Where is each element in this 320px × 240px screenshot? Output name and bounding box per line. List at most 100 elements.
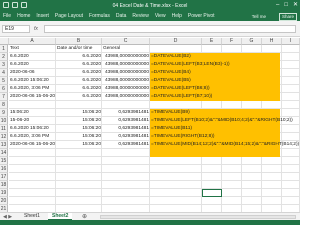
column-header-a[interactable]: A: [9, 38, 56, 45]
cell-b11[interactable]: 15:06:20: [56, 125, 102, 133]
cell-a2[interactable]: 6.6.2020: [9, 53, 56, 61]
column-header-h[interactable]: H: [262, 38, 282, 45]
cell-b5[interactable]: 6.6.2020: [56, 77, 102, 85]
column-header-c[interactable]: C: [102, 38, 150, 45]
cell-c5[interactable]: 43988,00000000000: [102, 77, 150, 85]
cell-a11[interactable]: 6.6.2020 15:06:20: [9, 125, 56, 133]
tab-view[interactable]: View: [155, 12, 166, 21]
close-icon[interactable]: ✕: [293, 2, 298, 9]
column-header-i[interactable]: I: [282, 38, 300, 45]
row-header-9[interactable]: 9: [0, 109, 8, 117]
cell-d11[interactable]: =TIMEVALUE(B11): [150, 125, 202, 133]
tab-home[interactable]: Home: [17, 12, 30, 21]
column-header-d[interactable]: D: [150, 38, 202, 45]
cell-b3[interactable]: 6.6.2020: [56, 61, 102, 69]
row-header-11[interactable]: 11: [0, 125, 8, 133]
cell-c1[interactable]: General: [102, 45, 150, 53]
cell-b6[interactable]: 6.6.2020: [56, 85, 102, 93]
cell-b9[interactable]: 15:06:20: [56, 109, 102, 117]
row-header-5[interactable]: 5: [0, 77, 8, 85]
name-box[interactable]: E19: [2, 25, 30, 33]
cell-c10[interactable]: 0,6293981481: [102, 117, 150, 125]
cell-c11[interactable]: 0,6293981481: [102, 125, 150, 133]
row-header-6[interactable]: 6: [0, 85, 8, 93]
column-header-f[interactable]: F: [222, 38, 242, 45]
row-header-2[interactable]: 2: [0, 53, 8, 61]
selected-cell[interactable]: [202, 189, 222, 197]
row-header-12[interactable]: 12: [0, 133, 8, 141]
cell-a9[interactable]: 15:06:20: [9, 109, 56, 117]
cell-d4[interactable]: =DATEVALUE(B4): [150, 69, 202, 77]
cell-b1[interactable]: Date and/or time: [56, 45, 102, 53]
cell-c3[interactable]: 43988,00000000000: [102, 61, 150, 69]
row-header-3[interactable]: 3: [0, 61, 8, 69]
cell-d3[interactable]: =DATEVALUE(LEFT(B3;LEN(B3)-1)): [150, 61, 230, 69]
row-header-16[interactable]: 16: [0, 165, 8, 173]
horizontal-scrollbar[interactable]: [100, 215, 296, 219]
cell-b10[interactable]: 15:06:20: [56, 117, 102, 125]
cell-a5[interactable]: 6.6.2020 15:06:20: [9, 77, 56, 85]
column-header-e[interactable]: E: [202, 38, 222, 45]
row-header-8[interactable]: 8: [0, 101, 8, 109]
tab-help[interactable]: Help: [172, 12, 182, 21]
cell-d5[interactable]: =DATEVALUE(B5): [150, 77, 202, 85]
column-header-b[interactable]: B: [56, 38, 102, 45]
row-header-15[interactable]: 15: [0, 157, 8, 165]
cell-a10[interactable]: 15-06-20: [9, 117, 56, 125]
cell-d12[interactable]: =TIMEVALUE(RIGHT(B12;8)): [150, 133, 214, 141]
function-icon[interactable]: fx: [34, 25, 38, 33]
maximize-icon[interactable]: □: [284, 2, 288, 9]
formula-input[interactable]: [44, 25, 296, 33]
cell-b12[interactable]: 15:06:20: [56, 133, 102, 141]
cell-c13[interactable]: 0,6293981481: [102, 141, 150, 149]
cell-a12[interactable]: 6.6.2020, 3:06 PM: [9, 133, 56, 141]
cell-d2[interactable]: =DATEVALUE(B2): [150, 53, 202, 61]
share-button[interactable]: Share: [278, 13, 297, 21]
worksheet-grid[interactable]: A B C D E F G H I 1 2 3 4 5 6 7 8 9 10 11 12 13 14 15 16 17 18 19 20…: [0, 38, 300, 212]
cell-d13[interactable]: =TIMEVALUE(MID(B14;12;2)&":"&MID(B14;15;…: [150, 141, 299, 149]
cell-c12[interactable]: 0,6293981481: [102, 133, 150, 141]
cell-d7[interactable]: =DATEVALUE(LEFT(B7;10)): [150, 93, 212, 101]
add-sheet-icon[interactable]: ⊕: [82, 213, 87, 220]
cell-d6[interactable]: =DATEVALUE(LEFT(B6;8)): [150, 85, 210, 93]
cell-c4[interactable]: 43988,00000000000: [102, 69, 150, 77]
cell-c9[interactable]: 0,6293981481: [102, 109, 150, 117]
cell-c2[interactable]: 43988,00000000000: [102, 53, 150, 61]
cell-b7[interactable]: 6.6.2020: [56, 93, 102, 101]
cell-d9[interactable]: =TIMEVALUE(B9): [150, 109, 202, 117]
tab-file[interactable]: File: [3, 12, 11, 21]
cell-b13[interactable]: 15:06:20: [56, 141, 102, 149]
row-header-19[interactable]: 19: [0, 189, 8, 197]
row-header-21[interactable]: 21: [0, 205, 8, 212]
column-header-g[interactable]: G: [242, 38, 262, 45]
cell-a1[interactable]: Text: [9, 45, 56, 53]
row-header-1[interactable]: 1: [0, 45, 8, 53]
cell-b4[interactable]: 6.6.2020: [56, 69, 102, 77]
row-header-20[interactable]: 20: [0, 197, 8, 205]
tab-insert[interactable]: Insert: [36, 12, 49, 21]
cell-a4[interactable]: 2020-06-06: [9, 69, 56, 77]
row-header-14[interactable]: 14: [0, 149, 8, 157]
cell-a6[interactable]: 6.6.2020, 3:06 PM: [9, 85, 56, 93]
cell-a13[interactable]: 2020-06-06 15-06-20: [9, 141, 56, 149]
tab-review[interactable]: Review: [132, 12, 148, 21]
row-header-7[interactable]: 7: [0, 93, 8, 101]
cell-c6[interactable]: 43988,00000000000: [102, 85, 150, 93]
cell-b2[interactable]: 6.6.2020: [56, 53, 102, 61]
row-header-17[interactable]: 17: [0, 173, 8, 181]
select-all-corner[interactable]: [0, 38, 9, 45]
tell-me-search[interactable]: Tell me: [252, 14, 266, 19]
row-header-18[interactable]: 18: [0, 181, 8, 189]
cell-d10[interactable]: =TIMEVALUE(LEFT(B10;2)&":"&MID(B10;4;2)&…: [150, 117, 293, 125]
tab-formulas[interactable]: Formulas: [89, 12, 110, 21]
tab-data[interactable]: Data: [116, 12, 127, 21]
cell-a3[interactable]: 6.6.2020: [9, 61, 56, 69]
tab-power-pivot[interactable]: Power Pivot: [188, 12, 215, 21]
minimize-icon[interactable]: –: [276, 2, 279, 9]
row-header-10[interactable]: 10: [0, 117, 8, 125]
cell-c7[interactable]: 43988,00000000000: [102, 93, 150, 101]
row-header-13[interactable]: 13: [0, 141, 8, 149]
row-header-4[interactable]: 4: [0, 69, 8, 77]
cell-a7[interactable]: 2020-06-06 15-06-20: [9, 93, 56, 101]
tab-page-layout[interactable]: Page Layout: [55, 12, 83, 21]
